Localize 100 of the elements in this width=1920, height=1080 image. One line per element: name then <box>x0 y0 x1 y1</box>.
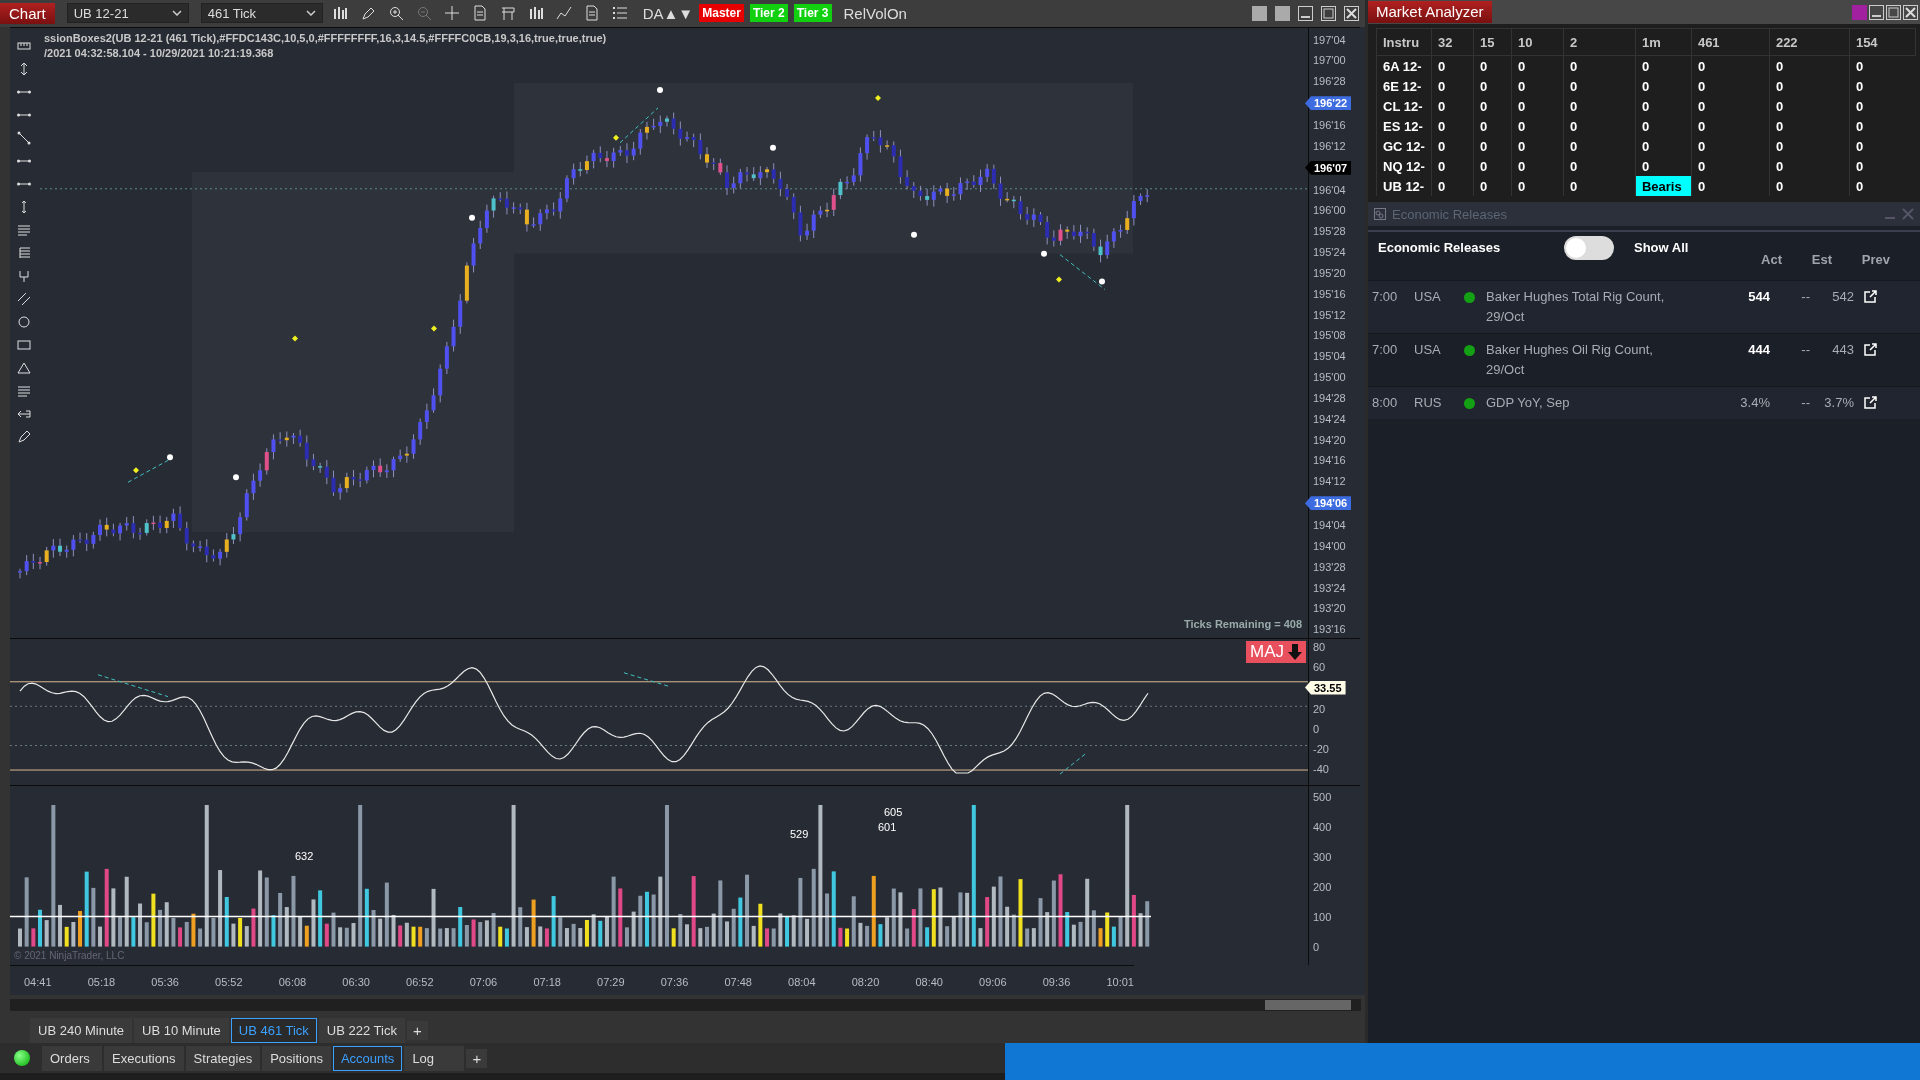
country-text: USA <box>1414 341 1442 359</box>
list-icon[interactable] <box>611 5 628 22</box>
panel-tab[interactable]: Log <box>404 1045 465 1071</box>
instrument-dropdown[interactable]: UB 12-21 <box>66 3 189 24</box>
table-cell: 0 <box>1473 176 1512 196</box>
time-label: 08:04 <box>788 975 816 990</box>
column-header[interactable]: 1m <box>1635 28 1692 56</box>
signal-badge: MAJ <box>1246 640 1306 663</box>
window-tile-icon[interactable] <box>1852 4 1867 20</box>
signal-dot <box>657 86 663 93</box>
crosshair-icon[interactable] <box>443 5 460 22</box>
show-all-toggle[interactable] <box>1564 236 1614 260</box>
column-header[interactable]: 10 <box>1511 28 1564 56</box>
trend-line <box>1059 753 1086 775</box>
window-title[interactable]: Chart <box>0 2 55 24</box>
axis-label: 194'04 <box>1312 519 1347 531</box>
toolbar-label[interactable]: RelVolOn <box>843 4 907 22</box>
table-cell: UB 12- <box>1376 176 1432 196</box>
chart-tab[interactable]: UB 461 Tick <box>230 1017 317 1043</box>
signal-diamond <box>1056 276 1062 283</box>
column-header[interactable]: 461 <box>1691 28 1770 56</box>
horizontal-scrollbar[interactable] <box>10 998 1361 1012</box>
pencil-icon[interactable] <box>359 5 376 22</box>
toolbar-label[interactable]: DA▲▼ <box>642 4 694 22</box>
panel-tab[interactable]: Executions <box>104 1045 184 1071</box>
bar-chart-icon[interactable] <box>331 5 348 22</box>
line-chart-icon[interactable] <box>555 5 572 22</box>
axis-label: 0 <box>1312 722 1321 735</box>
estimate-value: -- <box>1800 288 1810 306</box>
chart-tab[interactable]: UB 222 Tick <box>318 1017 405 1043</box>
axis-label: 60 <box>1312 660 1327 673</box>
time-label: 07:06 <box>469 975 498 990</box>
axis-label: 0 <box>1312 940 1321 953</box>
estimate-value: -- <box>1800 394 1810 412</box>
external-link-icon[interactable] <box>1864 396 1877 409</box>
add-tab-button[interactable]: + <box>406 1020 428 1040</box>
circle-icon[interactable] <box>16 313 32 330</box>
window-title[interactable]: Market Analyzer <box>1368 1 1492 23</box>
toggle-label: Show All <box>1634 240 1690 255</box>
axis-label: 196'16 <box>1312 118 1347 131</box>
table-cell: 0 <box>1511 96 1564 116</box>
table-cell: 0 <box>1849 76 1916 96</box>
column-header[interactable]: 2 <box>1563 28 1636 56</box>
column-header[interactable]: 154 <box>1849 28 1916 56</box>
column-header[interactable]: Instru <box>1376 28 1432 56</box>
axis-label: 500 <box>1312 790 1333 803</box>
time-label: 06:52 <box>406 975 434 990</box>
column-header[interactable]: 32 <box>1431 28 1474 56</box>
table-cell: 0 <box>1473 156 1512 176</box>
table-cell: 0 <box>1511 116 1564 136</box>
trend-line <box>623 671 671 687</box>
minimize-icon[interactable] <box>1869 4 1884 20</box>
maximize-icon[interactable] <box>1886 4 1901 20</box>
external-link-icon[interactable] <box>1864 290 1877 303</box>
table-cell: 0 <box>1769 176 1850 196</box>
column-header[interactable]: 222 <box>1769 28 1850 56</box>
axis-label: 194'12 <box>1312 475 1347 488</box>
table-cell: 6A 12- <box>1376 55 1432 76</box>
table-cell: 0 <box>1563 136 1636 156</box>
window-tile-icon[interactable] <box>1252 5 1267 21</box>
panel-tab[interactable]: Orders <box>42 1045 102 1071</box>
diagonal-line-icon[interactable] <box>16 129 32 146</box>
table-cell: 0 <box>1691 156 1770 176</box>
parallel-lines-icon[interactable] <box>16 290 32 307</box>
panel-tab[interactable]: Accounts <box>332 1045 403 1071</box>
window-tile-icon[interactable] <box>1275 5 1290 21</box>
zoom-in-icon[interactable] <box>387 5 404 22</box>
chart-tab[interactable]: UB 10 Minute <box>134 1017 229 1043</box>
volume-label: 632 <box>295 849 314 862</box>
pencil-icon[interactable] <box>16 428 32 445</box>
chart-tab[interactable]: UB 240 Minute <box>30 1017 132 1043</box>
estimate-value: -- <box>1800 341 1810 359</box>
document-icon[interactable] <box>471 5 488 22</box>
table-cell: 0 <box>1473 55 1512 76</box>
toolbar-badge[interactable]: Master <box>699 4 744 23</box>
table-cell: 0 <box>1635 96 1692 116</box>
minimize-icon[interactable] <box>1298 5 1313 21</box>
table-cell: 0 <box>1563 76 1636 96</box>
volume-label: 529 <box>790 827 809 840</box>
column-header[interactable]: 15 <box>1473 28 1512 56</box>
axis-label: 195'12 <box>1312 308 1347 321</box>
axis-label: 300 <box>1312 850 1333 863</box>
table-cell: CL 12- <box>1376 96 1432 116</box>
panel-tab[interactable]: Strategies <box>185 1045 261 1071</box>
axis-label: 80 <box>1312 640 1327 653</box>
table-cell: 0 <box>1769 76 1850 96</box>
maximize-icon[interactable] <box>1321 5 1336 21</box>
axis-label: 195'00 <box>1312 371 1347 384</box>
period-dropdown[interactable]: 461 Tick <box>200 3 323 24</box>
axis-label: 197'00 <box>1312 54 1347 67</box>
document-icon[interactable] <box>583 5 600 22</box>
bar-chart-icon[interactable] <box>527 5 544 22</box>
external-link-icon[interactable] <box>1864 343 1877 356</box>
table-cell: 0 <box>1769 136 1850 156</box>
panel-tab[interactable]: Positions <box>262 1045 331 1071</box>
table-cell: 0 <box>1473 116 1512 136</box>
time-label: 04:41 <box>24 975 52 990</box>
table-cell: 0 <box>1849 156 1916 176</box>
add-tab-button[interactable]: + <box>466 1048 488 1068</box>
price-marker: 196'07 <box>1305 160 1352 175</box>
